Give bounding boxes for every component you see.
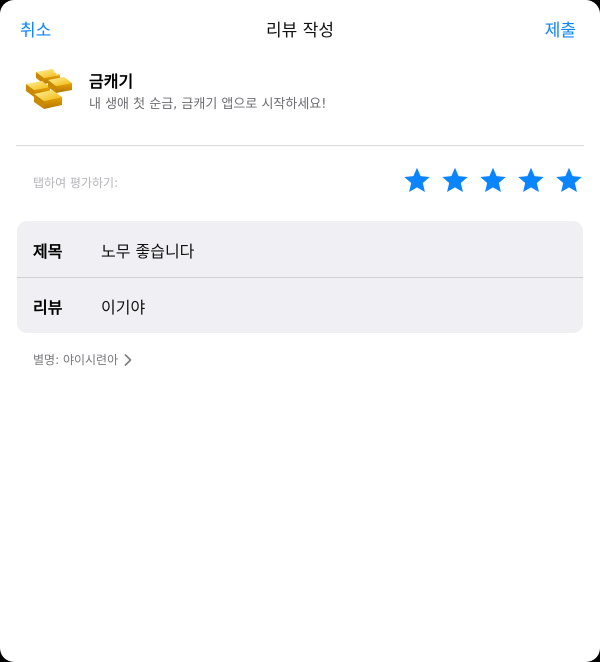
app-description: 내 생애 첫 순금, 금캐기 앱으로 시작하세요!: [89, 97, 327, 112]
navigation-bar: 취소 리뷰 작성 제출: [0, 0, 600, 56]
review-form: 제목 노무 좋습니다 리뷰 이기야: [17, 221, 583, 333]
nickname-link[interactable]: 별명: 야이시련아: [33, 351, 132, 368]
app-name: 금캐기: [89, 72, 134, 91]
review-row[interactable]: 리뷰 이기야: [17, 277, 583, 333]
app-info: 금캐기 내 생애 첫 순금, 금캐기 앱으로 시작하세요!: [22, 66, 578, 126]
star-icon[interactable]: [479, 166, 507, 194]
rating-row: 탭하여 평가하기:: [0, 160, 600, 204]
review-label: 리뷰: [33, 298, 63, 317]
star-icon[interactable]: [517, 166, 545, 194]
title-field[interactable]: 노무 좋습니다: [101, 238, 561, 262]
review-field[interactable]: 이기야: [101, 294, 561, 318]
nickname-text: 별명: 야이시련아: [33, 353, 119, 367]
star-rating[interactable]: [403, 166, 583, 194]
review-sheet: 취소 리뷰 작성 제출 금캐기 내 생애 첫 순금, 금캐기 앱으로 시작하세요…: [0, 0, 600, 662]
gold-bars-icon: [26, 68, 72, 109]
chevron-right-icon: [124, 353, 132, 366]
title-label: 제목: [33, 242, 63, 261]
title-row[interactable]: 제목 노무 좋습니다: [17, 221, 583, 277]
submit-button[interactable]: 제출: [545, 16, 576, 41]
divider: [16, 145, 584, 146]
star-icon[interactable]: [555, 166, 583, 194]
star-icon[interactable]: [403, 166, 431, 194]
page-title: 리뷰 작성: [266, 21, 334, 41]
star-icon[interactable]: [441, 166, 469, 194]
rating-label: 탭하여 평가하기:: [33, 176, 119, 190]
